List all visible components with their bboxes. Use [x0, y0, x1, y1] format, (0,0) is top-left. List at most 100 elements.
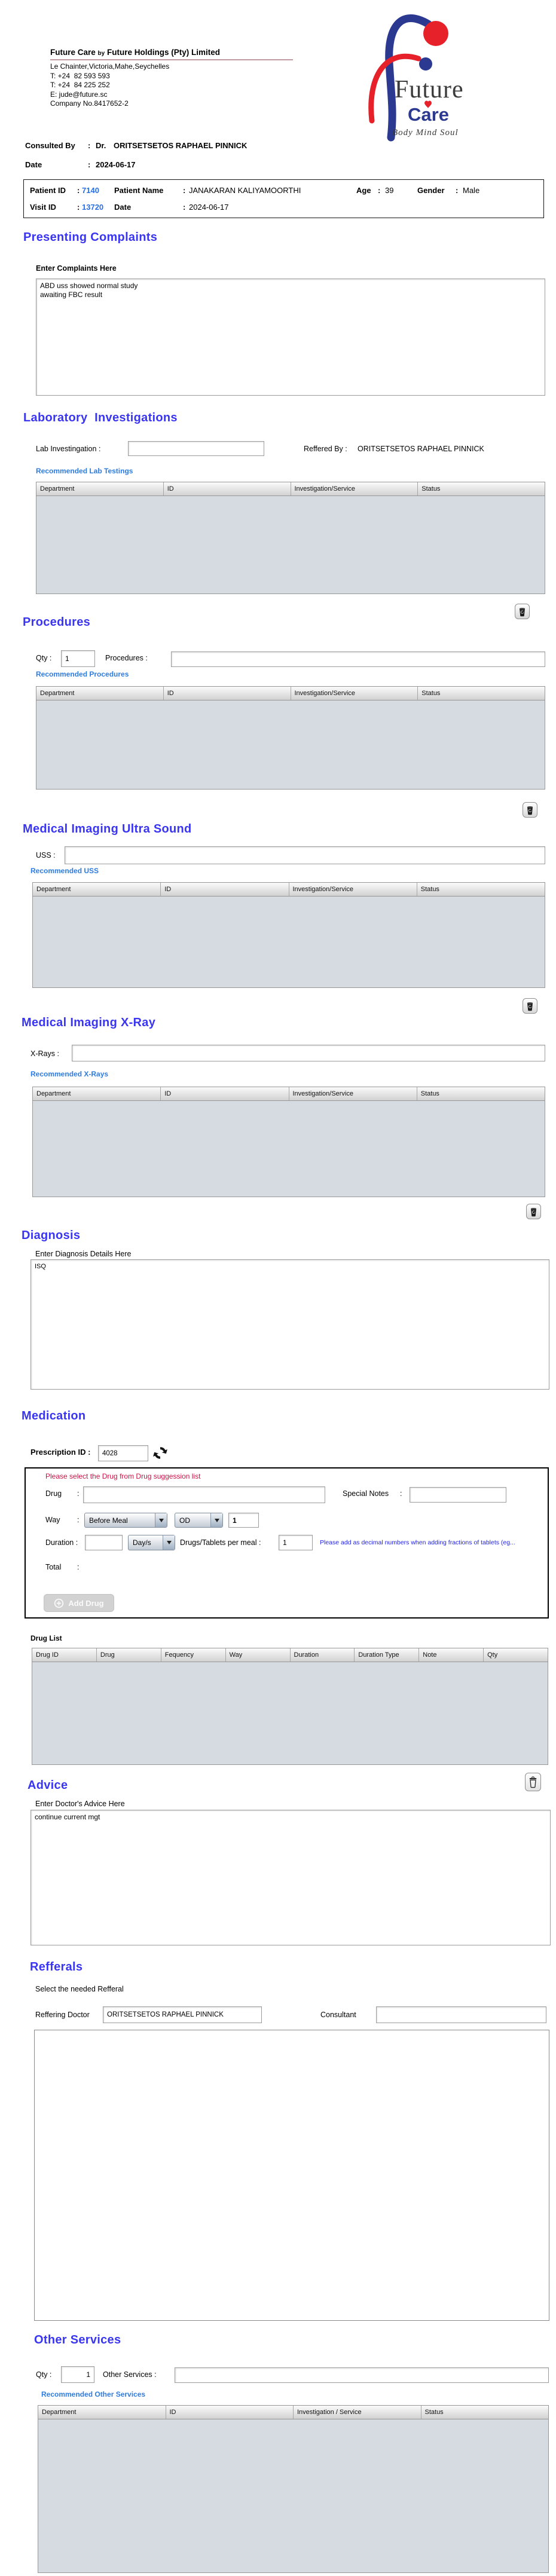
lab-investigation-input[interactable]	[128, 441, 264, 456]
column-header-department: Department	[38, 2406, 166, 2419]
section-heading-diagnosis: Diagnosis	[22, 1229, 81, 1242]
column-header-fequency: Fequency	[161, 1648, 226, 1662]
column-header-investigation-service: Investigation/Service	[291, 482, 418, 495]
colon: :	[88, 160, 91, 169]
xray-table: Department ID Investigation/Service Stat…	[32, 1087, 545, 1197]
recommended-lab-testings-link[interactable]: Recommended Lab Testings	[36, 467, 133, 475]
procedures-delete-button[interactable]	[523, 802, 537, 818]
trash-icon	[519, 607, 526, 616]
add-drug-panel: Please select the Drug from Drug suggess…	[25, 1467, 549, 1619]
visit-id-label: Visit ID	[30, 203, 56, 212]
duration-label: Duration :	[45, 1538, 78, 1547]
patient-name-label: Patient Name	[114, 186, 164, 195]
recommended-xray-link[interactable]: Recommended X-Rays	[30, 1070, 108, 1078]
consultant-label: Consultant	[320, 2011, 356, 2019]
per-meal-input[interactable]	[279, 1535, 313, 1550]
column-header-department: Department	[33, 1087, 161, 1100]
special-notes-input[interactable]	[410, 1487, 506, 1503]
colon: :	[77, 186, 80, 195]
patient-info-box: Patient ID : 7140 Patient Name : JANAKAR…	[23, 179, 544, 218]
trash-icon	[527, 806, 533, 815]
way-label: Way	[45, 1516, 60, 1524]
uss-table: Department ID Investigation/Service Stat…	[32, 882, 545, 988]
xray-table-body	[32, 1101, 545, 1197]
consulting-doctor-name: ORITSETSETOS RAPHAEL PINNICK	[114, 141, 248, 150]
other-services-table-header: Department ID Investigation / Service St…	[38, 2405, 549, 2419]
age-label: Age	[356, 186, 371, 195]
column-header-investigation-service: Investigation / Service	[294, 2406, 421, 2419]
other-services-input[interactable]	[175, 2367, 549, 2383]
reffering-doctor-input[interactable]	[103, 2006, 262, 2023]
consulted-by-label: Consulted By	[25, 141, 75, 150]
section-heading-procedures: Procedures	[23, 616, 91, 629]
lab-delete-button[interactable]	[515, 604, 530, 619]
column-header-id: ID	[164, 482, 291, 495]
lab-table-body	[36, 496, 545, 594]
uss-input[interactable]	[65, 846, 545, 864]
advice-textarea[interactable]: continue current mgt	[30, 1810, 551, 1945]
xray-input[interactable]	[72, 1045, 545, 1061]
duration-type-selected-value: Day/s	[133, 1538, 151, 1547]
procedures-input[interactable]	[171, 651, 545, 667]
company-name-by: by	[97, 50, 105, 57]
xray-label: X-Rays :	[30, 1050, 59, 1058]
prescription-id-input[interactable]	[98, 1445, 148, 1461]
diagnosis-textarea[interactable]: ISQ	[30, 1259, 549, 1390]
recommended-procedures-link[interactable]: Recommended Procedures	[36, 670, 129, 678]
chevron-down-icon	[210, 1513, 222, 1527]
visit-date-label: Date	[114, 203, 132, 212]
doctor-prefix: Dr.	[96, 141, 106, 150]
trash-outline-icon	[529, 1776, 537, 1788]
lab-table-header: Department ID Investigation/Service Stat…	[36, 482, 545, 496]
column-header-status: Status	[420, 886, 439, 893]
total-label: Total	[45, 1563, 62, 1571]
column-header-id: ID	[161, 1087, 289, 1100]
refferals-list-box[interactable]	[34, 2030, 549, 2321]
recommended-uss-link[interactable]: Recommended USS	[30, 867, 99, 875]
drug-list-table: Drug ID Drug Fequency Way Duration Durat…	[32, 1648, 548, 1765]
lab-table: Department ID Investigation/Service Stat…	[36, 482, 545, 594]
xray-delete-button[interactable]	[526, 1204, 541, 1219]
add-drug-button[interactable]: Add Drug	[44, 1594, 114, 1612]
trash-icon	[527, 1002, 533, 1011]
patient-id-label: Patient ID	[30, 186, 66, 195]
section-heading-presenting-complaints: Presenting Complaints	[23, 231, 158, 244]
column-header-id: ID	[164, 687, 291, 700]
prescription-refresh-button[interactable]	[151, 1444, 169, 1463]
drug-input[interactable]	[83, 1486, 325, 1503]
recommended-other-services-link[interactable]: Recommended Other Services	[41, 2390, 145, 2398]
colon: :	[77, 1516, 80, 1524]
column-header-department: Department	[36, 687, 164, 700]
logo-tagline: Body Mind Soul	[392, 128, 459, 137]
consultant-input[interactable]	[376, 2006, 546, 2023]
lab-reffered-by-value: ORITSETSETOS RAPHAEL PINNICK	[358, 445, 484, 453]
procedures-qty-input[interactable]	[61, 650, 95, 667]
colon: :	[77, 203, 80, 212]
drug-list-label: Drug List	[30, 1634, 62, 1642]
chevron-down-icon	[155, 1513, 167, 1527]
consult-date-value: 2024-06-17	[96, 160, 136, 169]
frequency-select[interactable]: OD	[175, 1513, 223, 1528]
column-header-status: Status	[421, 485, 441, 492]
complaints-textarea[interactable]: ABD uss showed normal study awaiting FBC…	[36, 279, 545, 396]
column-header-way: Way	[226, 1648, 291, 1662]
procedures-table-header: Department ID Investigation/Service Stat…	[36, 686, 545, 700]
other-qty-input[interactable]	[61, 2366, 94, 2383]
column-header-investigation-service: Investigation/Service	[289, 1087, 417, 1100]
advice-delete-button[interactable]	[525, 1773, 541, 1791]
patient-name-value: JANAKARAN KALIYAMOORTHI	[189, 186, 301, 195]
company-name-rest: Future Holdings (Pty) Limited	[106, 48, 220, 57]
column-header-status: Status	[421, 690, 441, 697]
frequency-selected-value: OD	[179, 1516, 190, 1525]
duration-input[interactable]	[85, 1535, 123, 1550]
address-line: Le Chainter,Victoria,Mahe,Seychelles	[50, 62, 170, 71]
logo-graphic: Future Care Body Mind Soul	[368, 14, 463, 142]
address-line: Company No.8417652-2	[50, 99, 129, 108]
duration-type-select[interactable]: Day/s	[128, 1535, 175, 1550]
frequency-qty-input[interactable]	[228, 1513, 259, 1528]
uss-delete-button[interactable]	[523, 998, 537, 1014]
colon: :	[183, 203, 186, 212]
lab-reffered-by-label: Reffered By :	[304, 445, 347, 453]
column-header-duration: Duration	[291, 1648, 355, 1662]
way-select[interactable]: Before Meal	[84, 1513, 167, 1528]
